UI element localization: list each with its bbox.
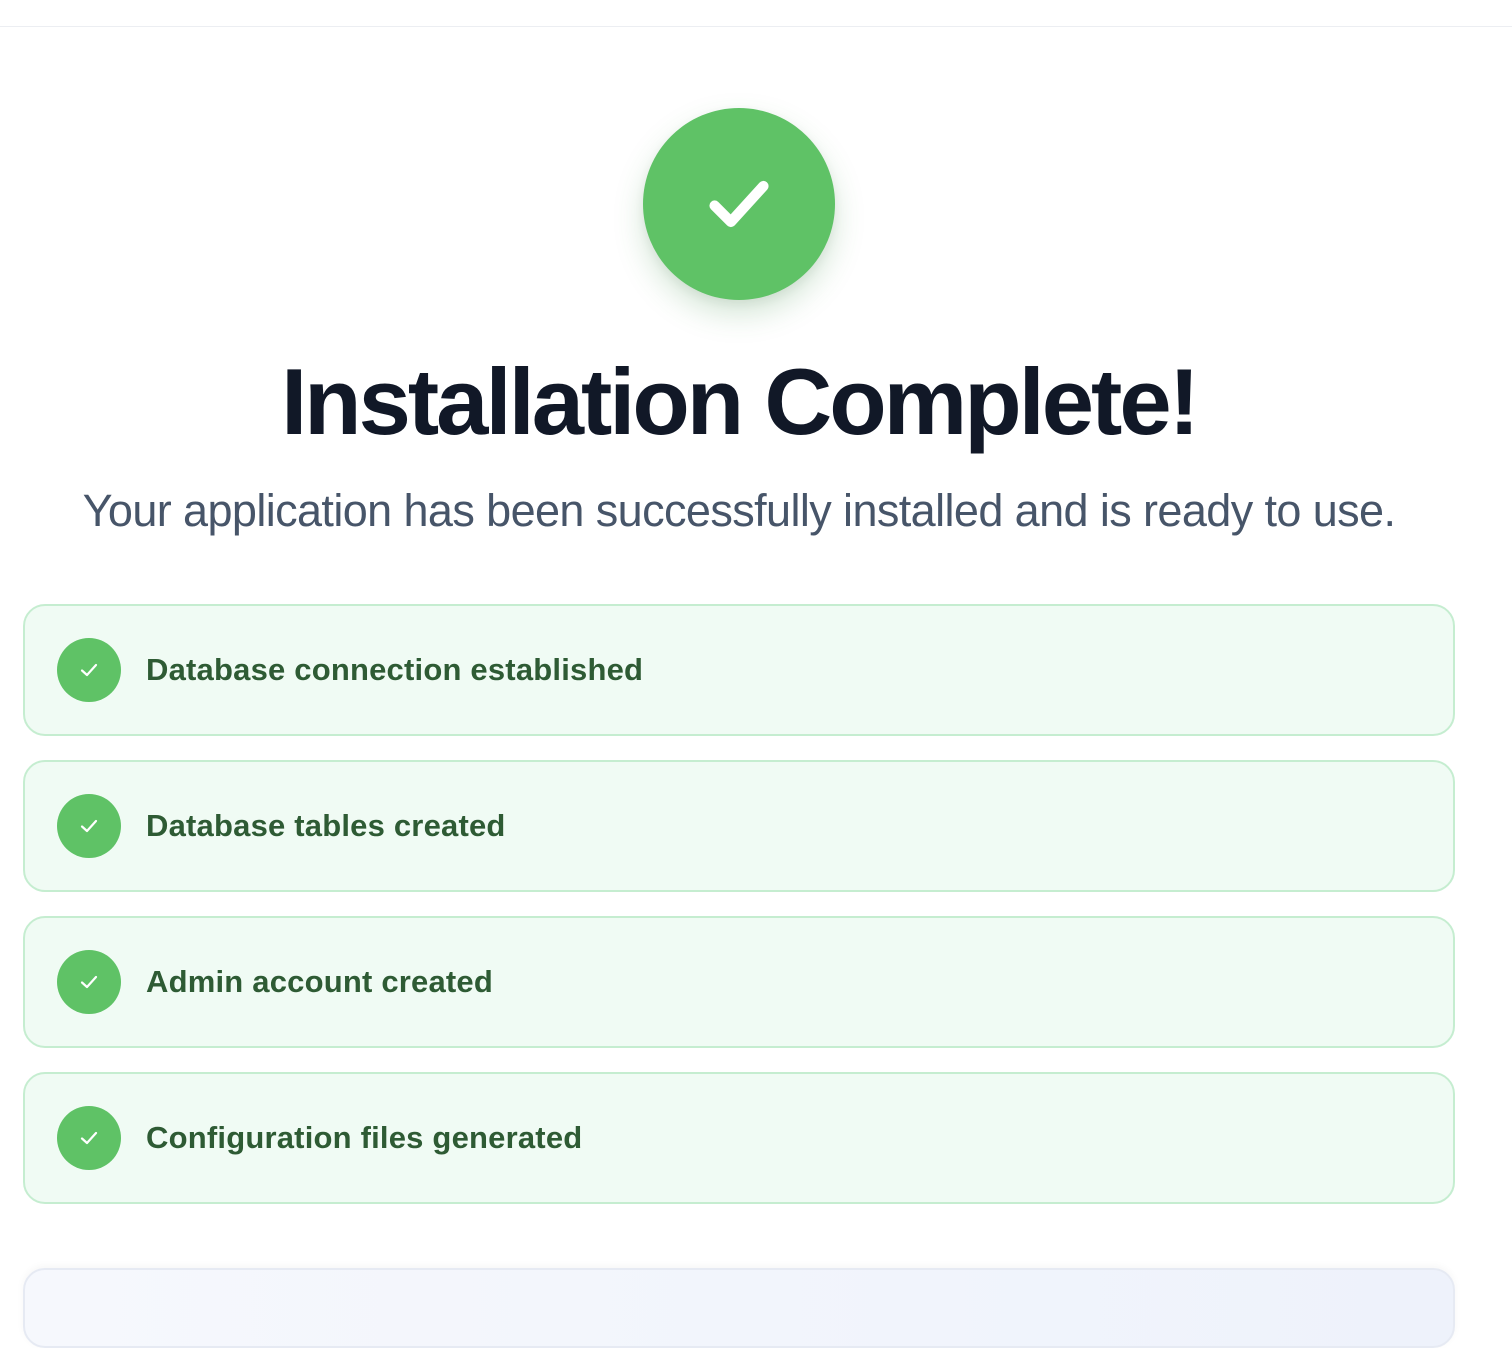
success-check-circle-icon: [643, 108, 835, 300]
step-item-admin-account: Admin account created: [23, 916, 1455, 1048]
step-label: Admin account created: [146, 964, 494, 999]
page-title: Installation Complete!: [281, 349, 1200, 454]
step-item-database-connection: Database connection established: [23, 604, 1455, 736]
step-item-database-tables: Database tables created: [23, 760, 1455, 892]
page-subtitle: Your application has been successfully i…: [82, 485, 1396, 536]
step-check-icon: [57, 638, 121, 702]
step-check-icon: [57, 950, 121, 1014]
next-steps-card: [23, 1268, 1455, 1348]
installation-step-list: Database connection established Database…: [23, 604, 1455, 1228]
step-label: Configuration files generated: [146, 1120, 583, 1155]
step-label: Database tables created: [146, 808, 506, 843]
step-item-configuration-files: Configuration files generated: [23, 1072, 1455, 1204]
top-divider: [0, 26, 1512, 27]
step-check-icon: [57, 1106, 121, 1170]
check-icon: [709, 180, 769, 228]
step-check-icon: [57, 794, 121, 858]
step-label: Database connection established: [146, 652, 644, 687]
